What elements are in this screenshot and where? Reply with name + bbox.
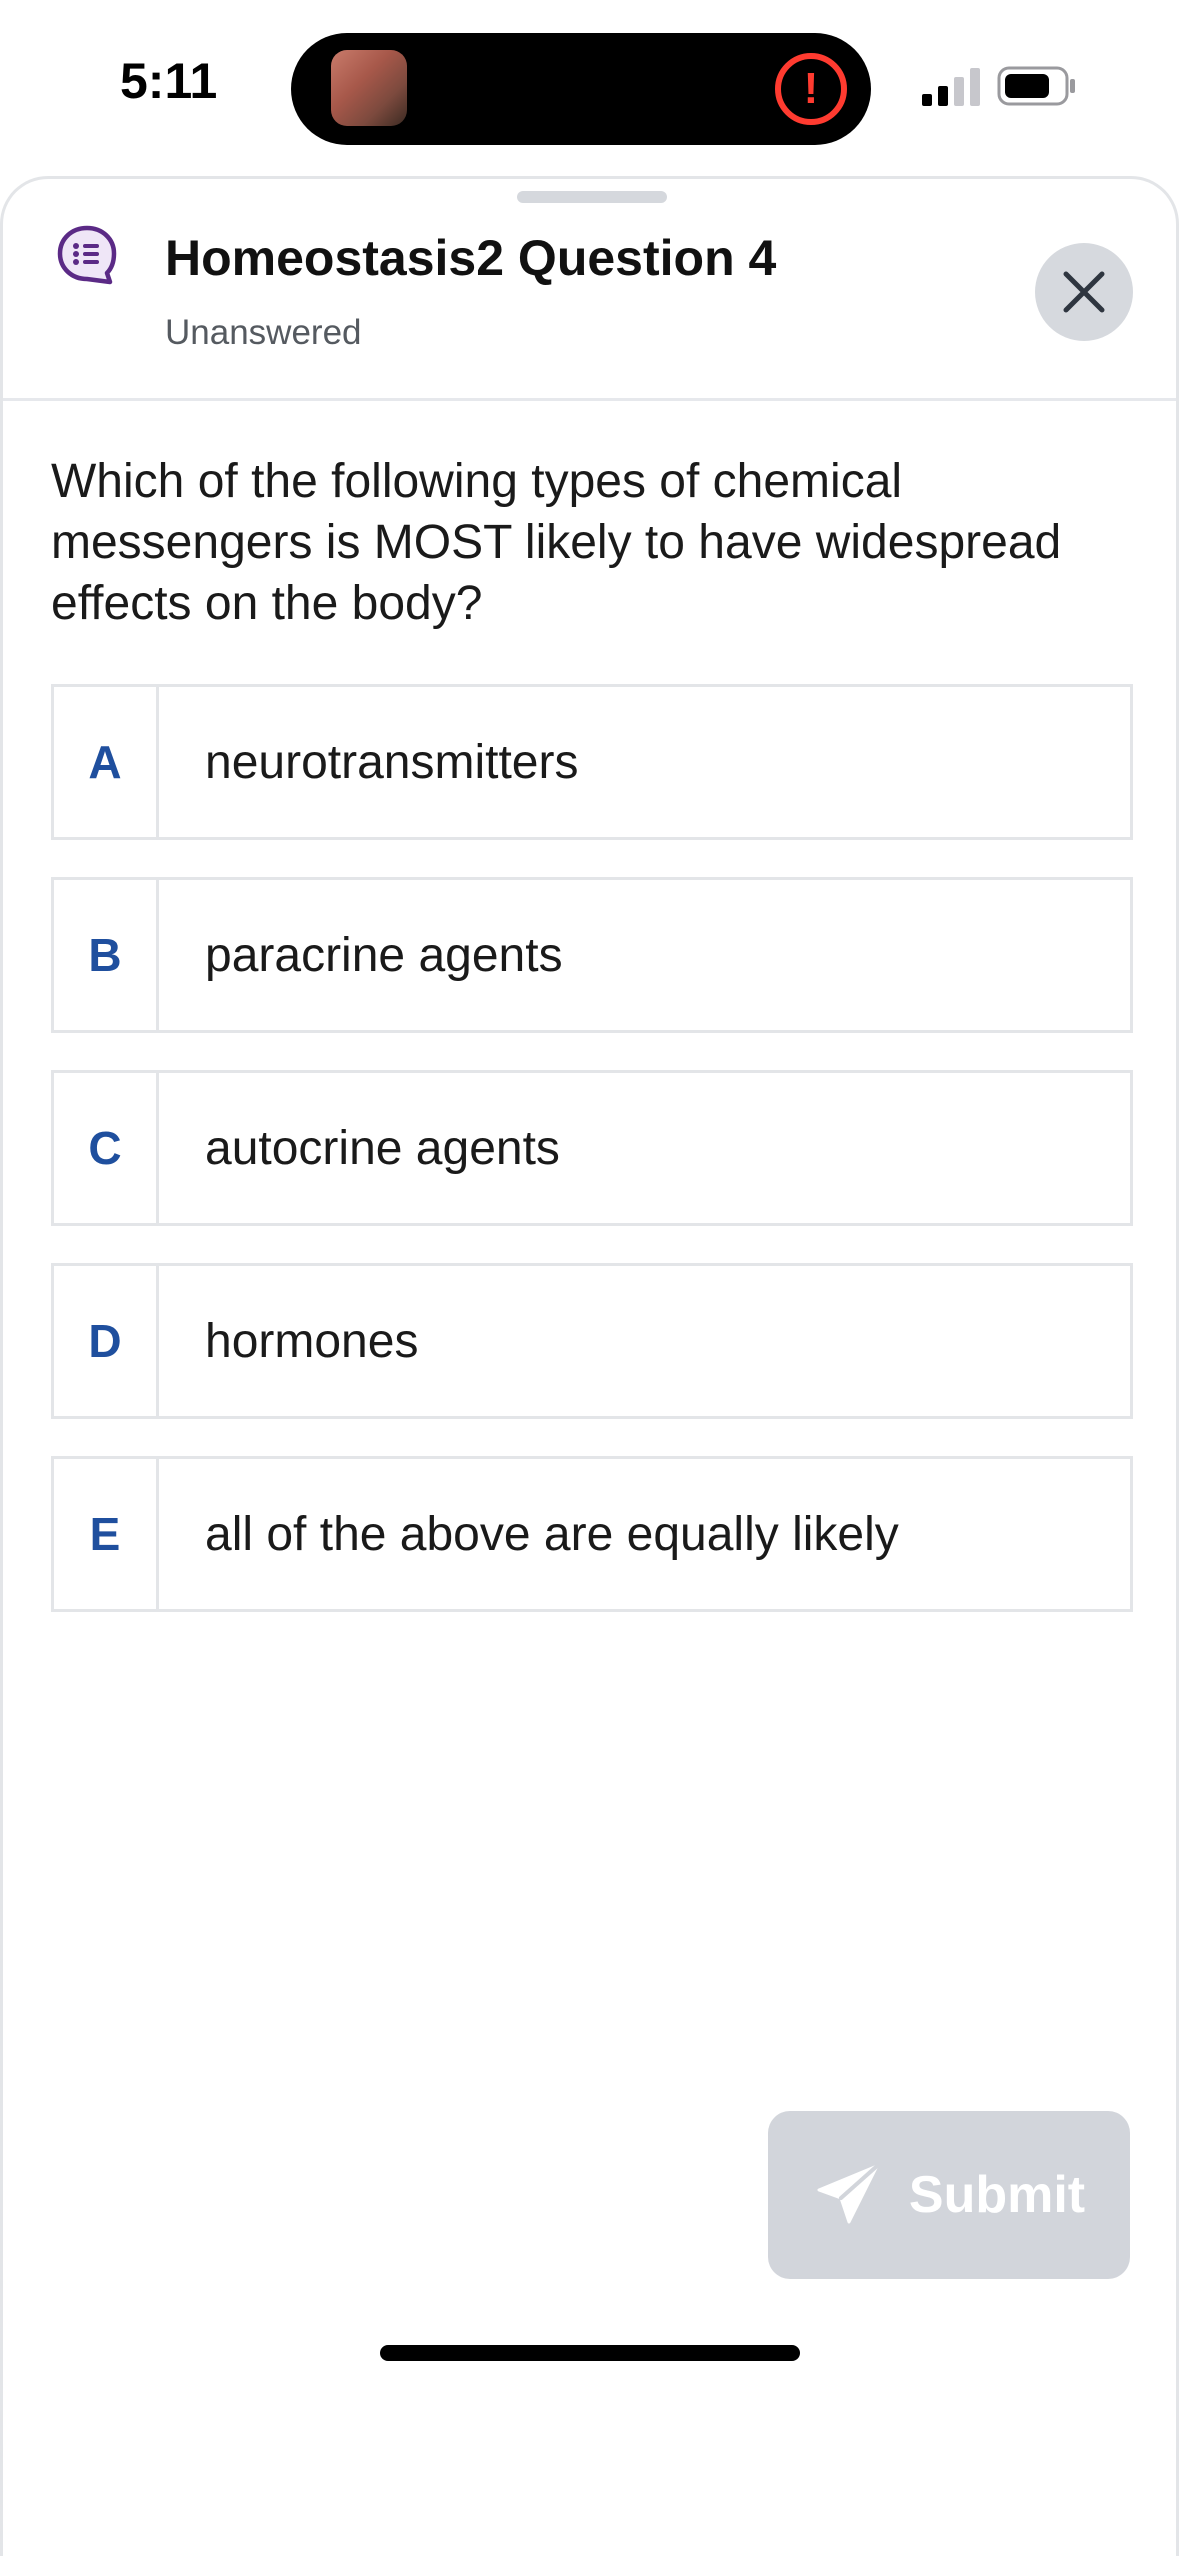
now-playing-thumbnail[interactable] [331,50,407,126]
status-time: 5:11 [120,53,218,109]
close-icon [1063,271,1105,313]
dynamic-island[interactable]: ! [291,33,871,145]
status-bar: 5:11 ! [0,0,1179,170]
option-c[interactable]: C autocrine agents [51,1070,1133,1226]
option-d[interactable]: D hormones [51,1263,1133,1419]
option-label: autocrine agents [205,1121,560,1175]
answer-status: Unanswered [165,313,362,352]
cellular-signal-icon [922,68,980,106]
close-button[interactable] [1035,243,1133,341]
screen: 5:11 ! Homeostasis2 Question 4 Unanswere… [0,0,1179,2556]
chat-list-icon [57,225,117,285]
option-label: neurotransmitters [205,735,579,789]
option-b[interactable]: B paracrine agents [51,877,1133,1033]
option-e[interactable]: E all of the above are equally likely [51,1456,1133,1612]
answer-options: A neurotransmitters B paracrine agents C… [51,684,1133,1649]
send-icon [817,2164,879,2224]
option-label: all of the above are equally likely [205,1507,899,1561]
submit-button[interactable]: Submit [768,2111,1130,2279]
option-letter: E [54,1459,159,1609]
option-a[interactable]: A neurotransmitters [51,684,1133,840]
page-title: Homeostasis2 Question 4 [165,230,777,286]
option-letter: D [54,1266,159,1416]
home-indicator[interactable] [380,2345,800,2361]
option-label: hormones [205,1314,419,1368]
option-letter: B [54,880,159,1030]
alert-glyph: ! [803,64,819,113]
question-text: Which of the following types of chemical… [51,455,1062,630]
battery-icon [997,66,1075,106]
submit-label: Submit [908,2166,1086,2224]
sheet-header: Homeostasis2 Question 4 Unanswered [3,179,1176,401]
option-letter: A [54,687,159,837]
option-label: paracrine agents [205,928,563,982]
option-letter: C [54,1073,159,1223]
alert-icon[interactable]: ! [775,53,847,125]
